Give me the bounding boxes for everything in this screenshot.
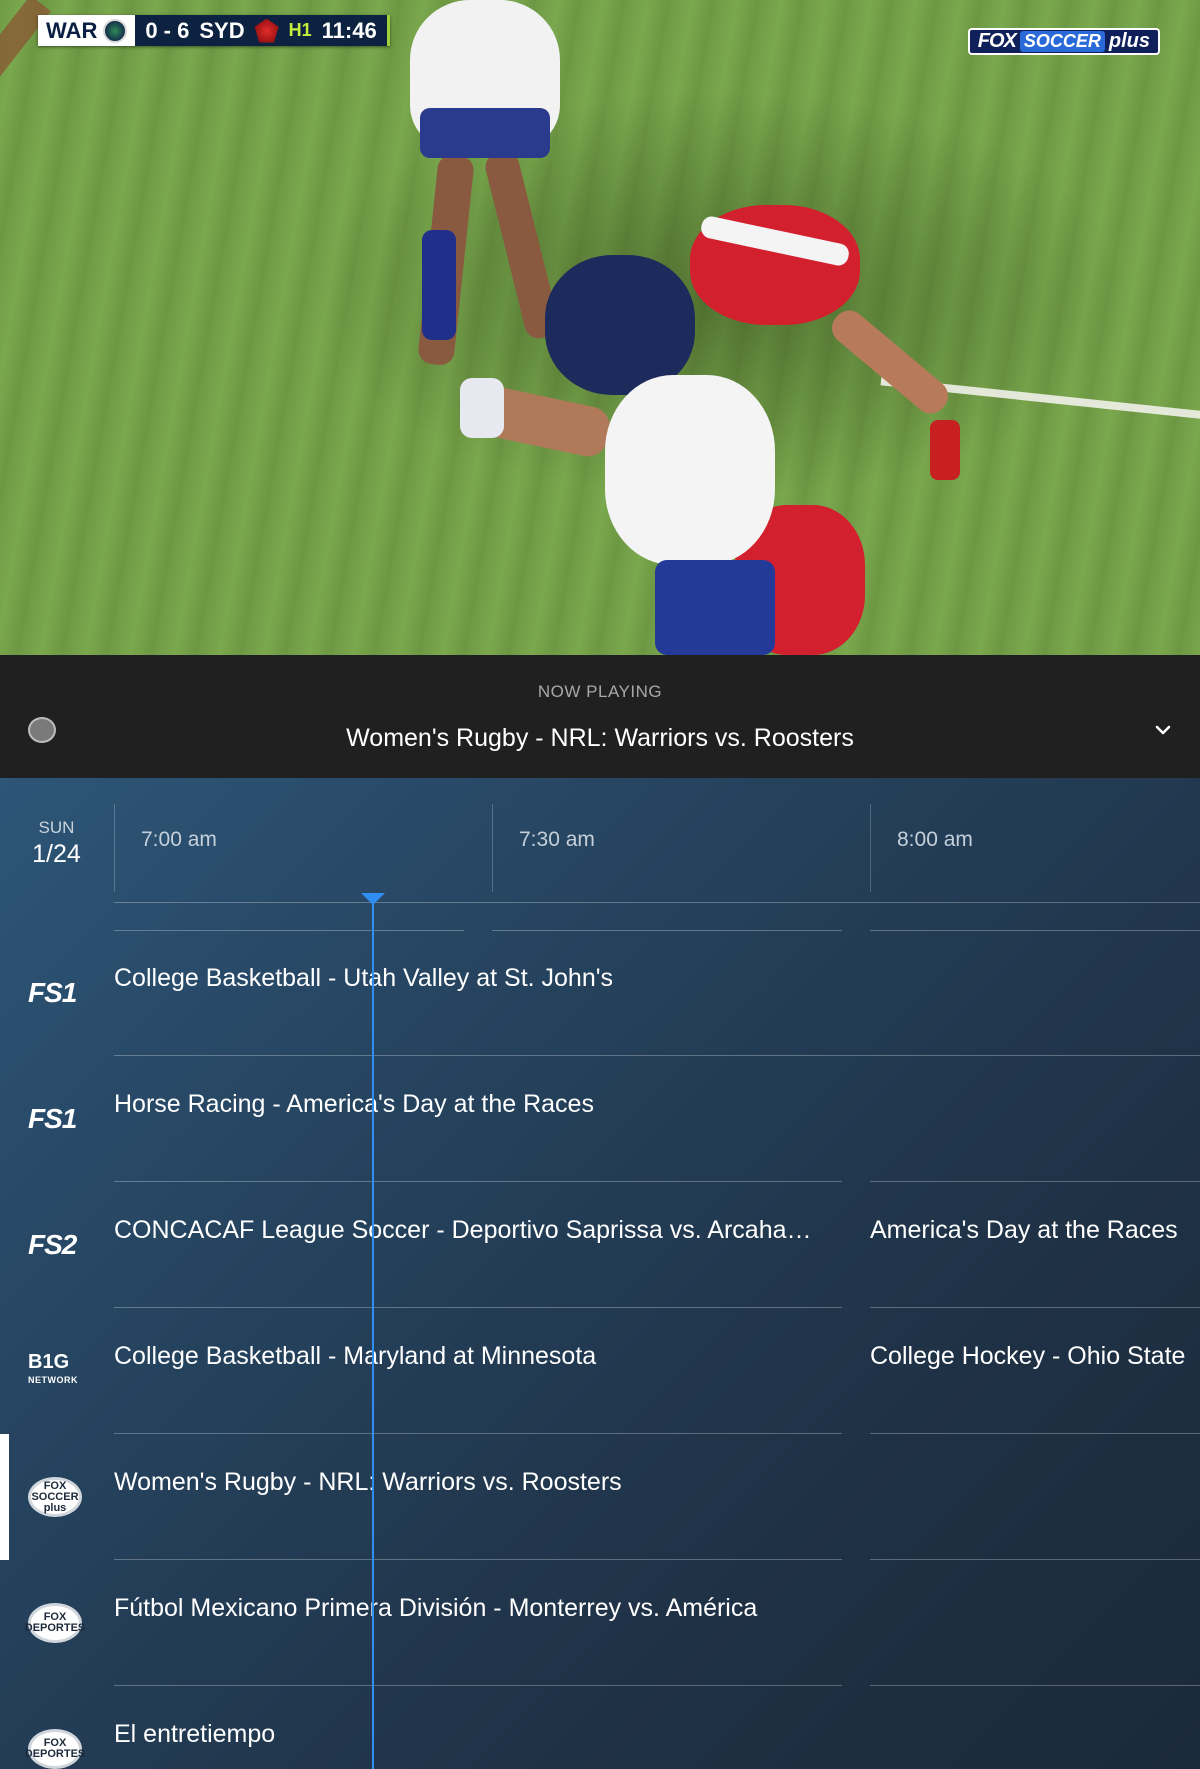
guide-row-fs1[interactable]: FS1 College Basketball - Utah Valley at … — [0, 930, 1200, 1056]
guide-day: SUN — [38, 818, 75, 837]
active-row-indicator — [0, 1434, 9, 1560]
scoreboard-home: WAR — [38, 15, 136, 46]
time-slot-800: 8:00 am — [870, 804, 1200, 892]
fox-soccer-plus-logo: FOX SOCCER plus — [28, 1477, 82, 1517]
player-figure — [825, 303, 955, 421]
channel-bug-plus: plus — [1108, 30, 1150, 52]
fs1-logo: FS1 — [28, 1103, 77, 1134]
big-ten-network-logo: B1G NETWORK — [28, 1351, 88, 1389]
fs2-logo: FS2 — [28, 1229, 77, 1260]
period-label: H1 — [288, 20, 312, 40]
now-playing-label: NOW PLAYING — [537, 682, 663, 701]
player-figure — [422, 230, 456, 340]
now-playing-title: Women's Rugby - NRL: Warriors vs. Rooste… — [346, 724, 854, 752]
video-player[interactable]: WAR 0 - 6 SYD H1 11:46 FOX SOCCER plus — [0, 0, 1200, 655]
player-figure — [930, 420, 960, 480]
channel-bug-fox: FOX — [977, 30, 1017, 52]
b1g-logo-subtext: NETWORK — [28, 1375, 78, 1385]
guide-date: SUN 1/24 — [0, 818, 113, 869]
warriors-crest-icon — [103, 18, 128, 43]
guide-row-fox-soccer-plus[interactable]: FOX SOCCER plus Women's Rugby - NRL: War… — [0, 1434, 1200, 1560]
scoreboard-center: 0 - 6 SYD H1 11:46 — [135, 15, 387, 46]
chevron-down-icon[interactable] — [1154, 721, 1172, 739]
channel-watermark: FOX SOCCER plus — [967, 28, 1160, 55]
guide-row-fox-deportes[interactable]: FOX DEPORTES Fútbol Mexicano Primera Div… — [0, 1560, 1200, 1686]
program-cell[interactable]: College Hockey - Ohio State — [870, 1342, 1200, 1371]
time-slot-label: 7:00 am — [141, 828, 217, 851]
game-clock: 11:46 — [321, 17, 377, 43]
score-value: 0 - 6 — [145, 17, 190, 43]
guide-row-fs2[interactable]: FS2 CONCACAF League Soccer - Deportivo S… — [0, 1182, 1200, 1308]
b1g-logo-text: B1G — [28, 1351, 70, 1373]
guide-date-value: 1/24 — [32, 840, 81, 868]
fox-deportes-logo: FOX DEPORTES — [25, 1603, 85, 1643]
guide-row-b1g[interactable]: B1G NETWORK College Basketball - Marylan… — [0, 1308, 1200, 1434]
time-slot-label: 7:30 am — [519, 828, 595, 851]
program-cell[interactable]: Women's Rugby - NRL: Warriors vs. Rooste… — [114, 1468, 1194, 1497]
scoreboard: WAR 0 - 6 SYD H1 11:46 — [38, 15, 390, 46]
current-time-line — [372, 898, 374, 1769]
roosters-crest-icon — [254, 18, 279, 43]
program-cell[interactable]: Horse Racing - America's Day at the Race… — [114, 1090, 1194, 1119]
player-figure — [545, 255, 695, 395]
program-cell[interactable]: America's Day at the Races — [870, 1216, 1200, 1245]
program-cell[interactable]: College Basketball - Utah Valley at St. … — [114, 964, 1194, 993]
player-figure — [655, 560, 775, 655]
program-cell[interactable]: Fútbol Mexicano Primera División - Monte… — [114, 1594, 1194, 1623]
program-guide[interactable]: SUN 1/24 7:00 am 7:30 am 8:00 am FS1 Col… — [0, 778, 1200, 1769]
fox-deportes-logo: FOX DEPORTES — [25, 1729, 85, 1769]
home-team-abbr: WAR — [46, 17, 98, 43]
guide-row-fs1-2[interactable]: FS1 Horse Racing - America's Day at the … — [0, 1056, 1200, 1182]
program-cell[interactable]: CONCACAF League Soccer - Deportivo Sapri… — [114, 1216, 844, 1245]
scoreboard-edge — [386, 15, 390, 46]
program-cell[interactable]: College Basketball - Maryland at Minneso… — [114, 1342, 844, 1371]
program-cell[interactable]: El entretiempo — [114, 1720, 1194, 1749]
time-header-divider — [114, 902, 1200, 903]
time-slot-700: 7:00 am — [114, 804, 492, 892]
channel-bug-soccer: SOCCER — [1019, 31, 1105, 52]
guide-row-fox-deportes-2[interactable]: FOX DEPORTES El entretiempo — [0, 1686, 1200, 1769]
time-slot-730: 7:30 am — [492, 804, 870, 892]
time-slot-label: 8:00 am — [897, 828, 973, 851]
player-figure — [605, 375, 775, 565]
now-playing-bar[interactable]: NOW PLAYING Women's Rugby - NRL: Warrior… — [0, 655, 1200, 778]
player-figure — [420, 108, 550, 158]
fs1-logo: FS1 — [28, 977, 77, 1008]
away-team-abbr: SYD — [199, 17, 245, 43]
player-figure — [460, 378, 504, 438]
